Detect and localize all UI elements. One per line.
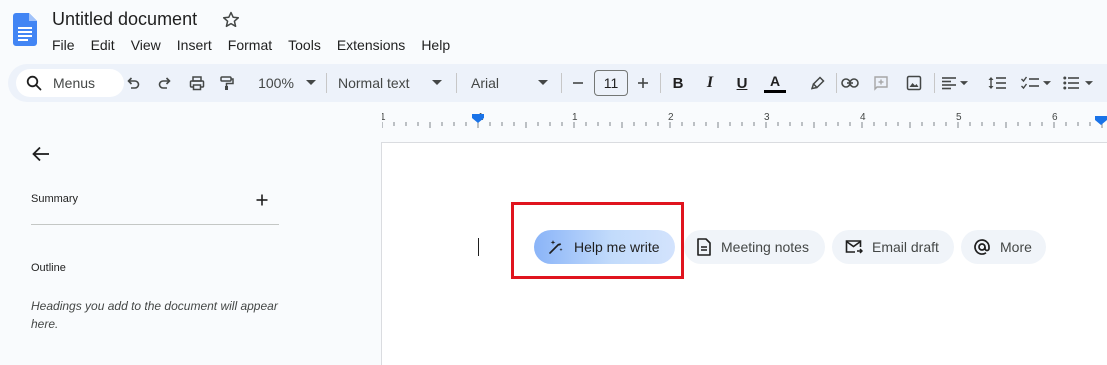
back-arrow-icon[interactable] [30,143,52,165]
ruler-label: 5 [956,112,962,123]
zoom-select[interactable]: 100% [252,73,300,93]
document-icon [697,238,711,256]
print-icon[interactable] [188,73,206,93]
insert-image-icon[interactable] [906,73,922,93]
email-send-icon [845,240,863,254]
text-color-icon[interactable]: A [763,73,787,93]
menu-insert[interactable]: Insert [169,36,220,54]
search-icon [26,75,42,91]
star-icon[interactable] [221,10,241,30]
search-menus-label: Menus [53,75,96,91]
horizontal-ruler: 11123456 [382,112,1107,128]
toolbar-divider [660,73,661,93]
align-dropdown-icon[interactable] [959,73,969,93]
style-dropdown-icon[interactable] [430,73,444,93]
toolbar-divider [561,73,562,93]
search-menus-button[interactable]: Menus [16,69,124,97]
meeting-notes-chip[interactable]: Meeting notes [684,230,825,264]
link-icon[interactable] [840,73,860,93]
highlight-annotation-box [511,202,684,279]
email-draft-chip[interactable]: Email draft [832,230,954,264]
paint-format-icon[interactable] [218,73,236,93]
menu-help[interactable]: Help [413,36,458,54]
ruler-label: 6 [1052,112,1058,123]
ruler-label: 4 [860,112,866,123]
undo-icon[interactable] [124,73,142,93]
decrease-font-size-icon[interactable] [570,73,586,93]
ruler-label: 2 [668,112,674,123]
ruler-label: 1 [572,112,578,123]
toolbar-divider [934,73,935,93]
bulleted-list-dropdown-icon[interactable] [1084,73,1094,93]
menu-format[interactable]: Format [220,36,280,54]
underline-icon[interactable]: U [734,73,750,93]
title-bar: Untitled document File Edit View Insert … [0,0,1107,60]
meeting-notes-label: Meeting notes [721,239,809,255]
checklist-dropdown-icon[interactable] [1042,73,1052,93]
line-spacing-icon[interactable] [988,73,1006,93]
outline-empty-hint: Headings you add to the document will ap… [31,299,278,331]
font-dropdown-icon[interactable] [536,73,550,93]
at-sign-icon [974,239,990,255]
font-select[interactable]: Arial [471,73,531,93]
ruler-label: 3 [764,112,770,123]
toolbar-divider [456,73,457,93]
add-comment-icon[interactable] [872,73,890,93]
menu-edit[interactable]: Edit [83,36,123,54]
toolbar-divider [836,73,837,93]
style-select[interactable]: Normal text [338,73,426,93]
text-cursor [478,238,479,256]
docs-logo-icon[interactable] [13,13,37,46]
zoom-dropdown-icon[interactable] [304,73,318,93]
font-size-input[interactable]: 11 [594,70,628,96]
more-chip[interactable]: More [961,230,1046,264]
menu-file[interactable]: File [44,36,83,54]
menu-view[interactable]: View [123,36,169,54]
toolbar: Menus 100% Normal text Arial 11 B I U A [8,64,1107,102]
bold-icon[interactable]: B [670,73,686,93]
outline-heading: Outline [31,262,66,274]
ruler-label: 1 [382,112,386,123]
document-title[interactable]: Untitled document [52,9,197,30]
highlight-color-icon[interactable] [810,73,826,93]
align-left-icon[interactable] [941,73,957,93]
menu-bar: File Edit View Insert Format Tools Exten… [44,36,458,54]
increase-font-size-icon[interactable] [635,73,651,93]
toolbar-divider [326,73,327,93]
email-draft-label: Email draft [872,239,939,255]
right-indent-marker[interactable] [1095,116,1107,125]
menu-extensions[interactable]: Extensions [329,36,413,54]
redo-icon[interactable] [156,73,174,93]
italic-icon[interactable]: I [702,73,718,93]
add-summary-icon[interactable] [254,192,270,208]
summary-heading: Summary [31,193,79,205]
bulleted-list-icon[interactable] [1062,73,1080,93]
sidebar-divider [31,224,279,225]
checklist-icon[interactable] [1020,73,1040,93]
more-label: More [1000,239,1032,255]
menu-tools[interactable]: Tools [280,36,329,54]
